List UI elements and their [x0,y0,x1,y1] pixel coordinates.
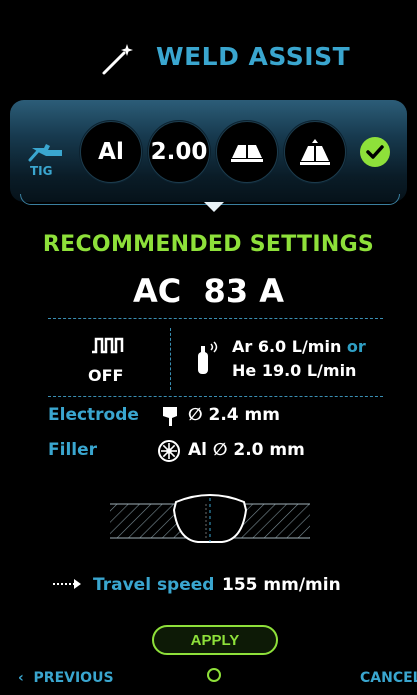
electrode-value-group: ∅ 2.4 mm [188,405,280,425]
divider-top [48,318,383,319]
process-label: TIG [30,164,53,178]
recommended-title: RECOMMENDED SETTINGS [42,232,375,257]
gas-argon-value: Ar 6.0 L/min [232,337,342,356]
page-indicator-dot [207,668,221,682]
electrode-icon [163,407,177,426]
gas-cylinder-icon [198,341,218,374]
diameter-symbol: ∅ [188,405,203,425]
apply-button[interactable]: APPLY [152,625,278,655]
electrode-label: Electrode [48,405,139,425]
pulse-state: OFF [88,366,124,385]
divider-vertical [170,328,171,390]
thickness-button[interactable]: 2.00 [148,121,210,183]
diameter-symbol: ∅ [212,440,228,460]
chevron-left-icon: ‹ [18,670,24,686]
previous-label: PREVIOUS [33,670,114,686]
magic-wand-icon [102,44,133,75]
material-value: Al [98,139,124,165]
material-button[interactable]: Al [80,121,142,183]
weld-position-button[interactable] [284,121,346,183]
upright-joint-icon [300,139,330,165]
travel-speed-value: 155 mm/min [222,575,341,595]
weld-joint-illustration [110,494,310,543]
filler-value: 2.0 mm [233,440,305,460]
travel-speed-label: Travel speed [93,575,215,595]
previous-button[interactable]: ‹ PREVIOUS [18,670,114,686]
open-book-joint-icon [231,145,263,162]
gas-or-text: or [346,337,366,356]
cancel-button[interactable]: CANCEL [360,670,417,686]
thickness-value: 2.00 [150,139,208,165]
current-value: AC 83 A [133,272,284,310]
electrode-value: 2.4 mm [208,405,280,425]
filler-value-group: Al ∅ 2.0 mm [188,440,305,460]
travel-arrow-icon [53,579,81,589]
panel-pointer [204,202,224,212]
pulse-icon [92,337,124,354]
gas-helium-value: He 19.0 L/min [232,361,357,380]
filler-spool-icon [158,440,180,462]
tig-torch-icon[interactable] [26,138,66,164]
page-title: WELD ASSIST [156,42,351,71]
filler-label: Filler [48,440,98,460]
check-icon [360,137,390,167]
gas-option-argon: Ar 6.0 L/min or [232,337,366,356]
joint-type-button[interactable] [216,121,278,183]
divider-bottom [48,396,383,397]
filler-material: Al [188,440,207,460]
